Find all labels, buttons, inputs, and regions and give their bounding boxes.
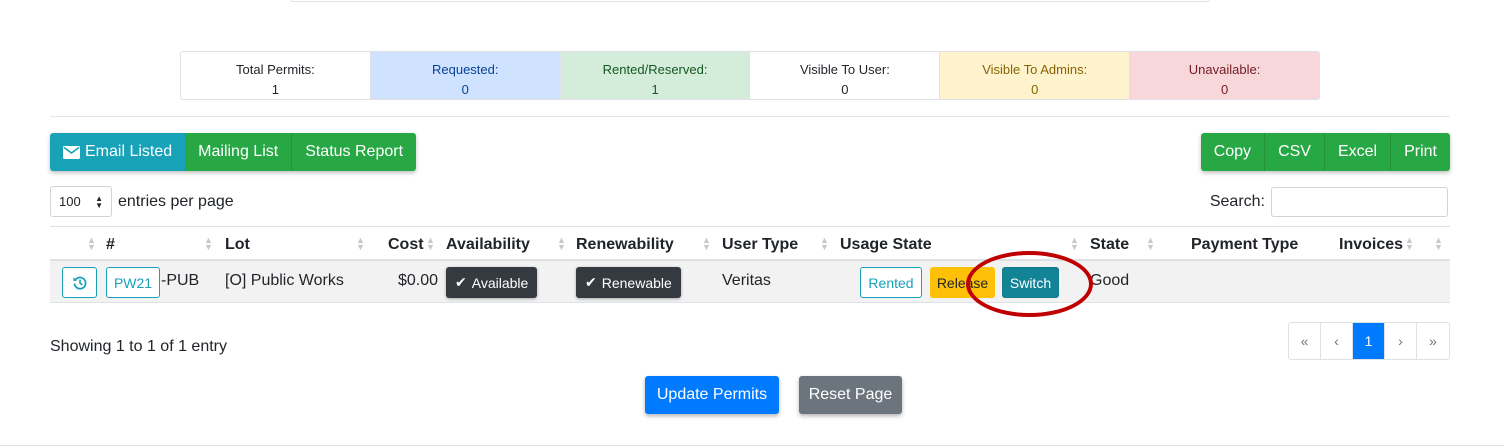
availability-badge[interactable]: ✔ Available [446, 267, 538, 298]
stat-requested: Requested: 0 [370, 52, 561, 99]
search-label: Search: [1209, 193, 1265, 210]
select-arrows-icon: ▲ ▼ [95, 194, 103, 210]
footer-divider [0, 445, 1504, 446]
renewability-badge[interactable]: ✔ Renewable [576, 267, 681, 298]
toolbar-export: Copy CSV Excel Print [1200, 133, 1450, 171]
sort-icon[interactable]: ▲ ▼ [1434, 236, 1443, 252]
stat-total-permits: Total Permits: 1 [181, 52, 371, 99]
sort-icon[interactable]: ▲ ▼ [1070, 236, 1079, 252]
check-icon: ✔ [585, 274, 597, 290]
column-header-availability[interactable]: Availability [446, 236, 530, 254]
stat-visible-to-admins: Visible To Admins: 0 [940, 52, 1131, 99]
permit-code-button[interactable]: PW21 [106, 267, 160, 298]
page-prev-button[interactable]: ‹ [1321, 323, 1353, 359]
table-info: Showing 1 to 1 of 1 entry [50, 338, 227, 355]
envelope-icon [63, 145, 80, 159]
lot-cell: [O] Public Works [225, 272, 344, 289]
stat-rented-reserved: Rented/Reserved: 1 [560, 52, 751, 99]
column-header-invoices[interactable]: Invoices [1339, 236, 1403, 254]
stat-unavailable: Unavailable: 0 [1130, 52, 1319, 99]
table-row: PW21 -PUB [O] Public Works $0.00 ✔ Availa… [50, 261, 1450, 303]
highlight-circle-annotation [966, 251, 1093, 317]
status-report-button[interactable]: Status Report [291, 133, 417, 171]
column-header-cost[interactable]: Cost [388, 236, 424, 254]
page-last-button[interactable]: » [1417, 323, 1449, 359]
column-header-payment-type[interactable]: Payment Type [1191, 236, 1298, 254]
sort-icon[interactable]: ▲ ▼ [1405, 236, 1414, 252]
excel-button[interactable]: Excel [1323, 133, 1391, 171]
check-icon: ✔ [455, 274, 467, 290]
email-listed-button[interactable]: Email Listed [50, 133, 186, 171]
search-control: Search: [1210, 187, 1448, 217]
rented-button[interactable]: Rented [860, 267, 922, 298]
entries-per-page-label: entries per page [118, 192, 234, 210]
page-current-button[interactable]: 1 [1353, 323, 1385, 359]
column-header-usage-state[interactable]: Usage State [840, 236, 932, 254]
divider [50, 116, 1450, 117]
permit-stats-bar: Total Permits: 1 Requested: 0 Rented/Reser… [180, 51, 1320, 100]
sort-icon[interactable]: ▲ ▼ [204, 236, 213, 252]
column-header-renewability[interactable]: Renewability [576, 236, 674, 254]
column-header-number[interactable]: # [106, 236, 115, 254]
sort-icon[interactable]: ▲ ▼ [87, 236, 96, 252]
search-input[interactable] [1271, 187, 1448, 217]
sort-icon[interactable]: ▲ ▼ [426, 236, 435, 252]
copy-button[interactable]: Copy [1200, 133, 1265, 171]
sort-icon[interactable]: ▲ ▼ [356, 236, 365, 252]
entries-per-page-select[interactable]: 100 ▲ ▼ [50, 186, 112, 217]
reset-page-button[interactable]: Reset Page [799, 376, 902, 414]
update-permits-button[interactable]: Update Permits [645, 376, 779, 414]
column-header-lot[interactable]: Lot [225, 236, 250, 254]
permit-suffix: -PUB [161, 272, 200, 289]
print-button[interactable]: Print [1390, 133, 1450, 171]
state-cell: Good [1090, 272, 1130, 289]
column-header-state[interactable]: State [1090, 236, 1129, 254]
cost-cell: $0.00 [398, 272, 439, 289]
user-type-cell: Veritas [722, 272, 771, 289]
top-panel-edge [290, 0, 1210, 2]
sort-icon[interactable]: ▲ ▼ [557, 236, 566, 252]
csv-button[interactable]: CSV [1264, 133, 1324, 171]
page-next-button[interactable]: › [1385, 323, 1417, 359]
stat-visible-to-user: Visible To User: 0 [750, 52, 941, 99]
column-header-user-type[interactable]: User Type [722, 236, 798, 254]
mailing-list-button[interactable]: Mailing List [185, 133, 292, 171]
page-first-button[interactable]: « [1289, 323, 1321, 359]
sort-icon[interactable]: ▲ ▼ [1146, 236, 1155, 252]
history-button[interactable] [62, 267, 97, 298]
table-header: ▲ ▼ # ▲ ▼ Lot ▲ ▼ Cost ▲ ▼ Availability ▲ ▼ R… [50, 226, 1450, 261]
sort-icon[interactable]: ▲ ▼ [702, 236, 711, 252]
sort-icon[interactable]: ▲ ▼ [820, 236, 829, 252]
entries-length-control: 100 ▲ ▼ entries per page [50, 186, 234, 217]
pagination: « ‹ 1 › » [1288, 322, 1450, 360]
toolbar-left: Email Listed Mailing List Status Report [50, 133, 417, 171]
history-icon [72, 276, 86, 290]
